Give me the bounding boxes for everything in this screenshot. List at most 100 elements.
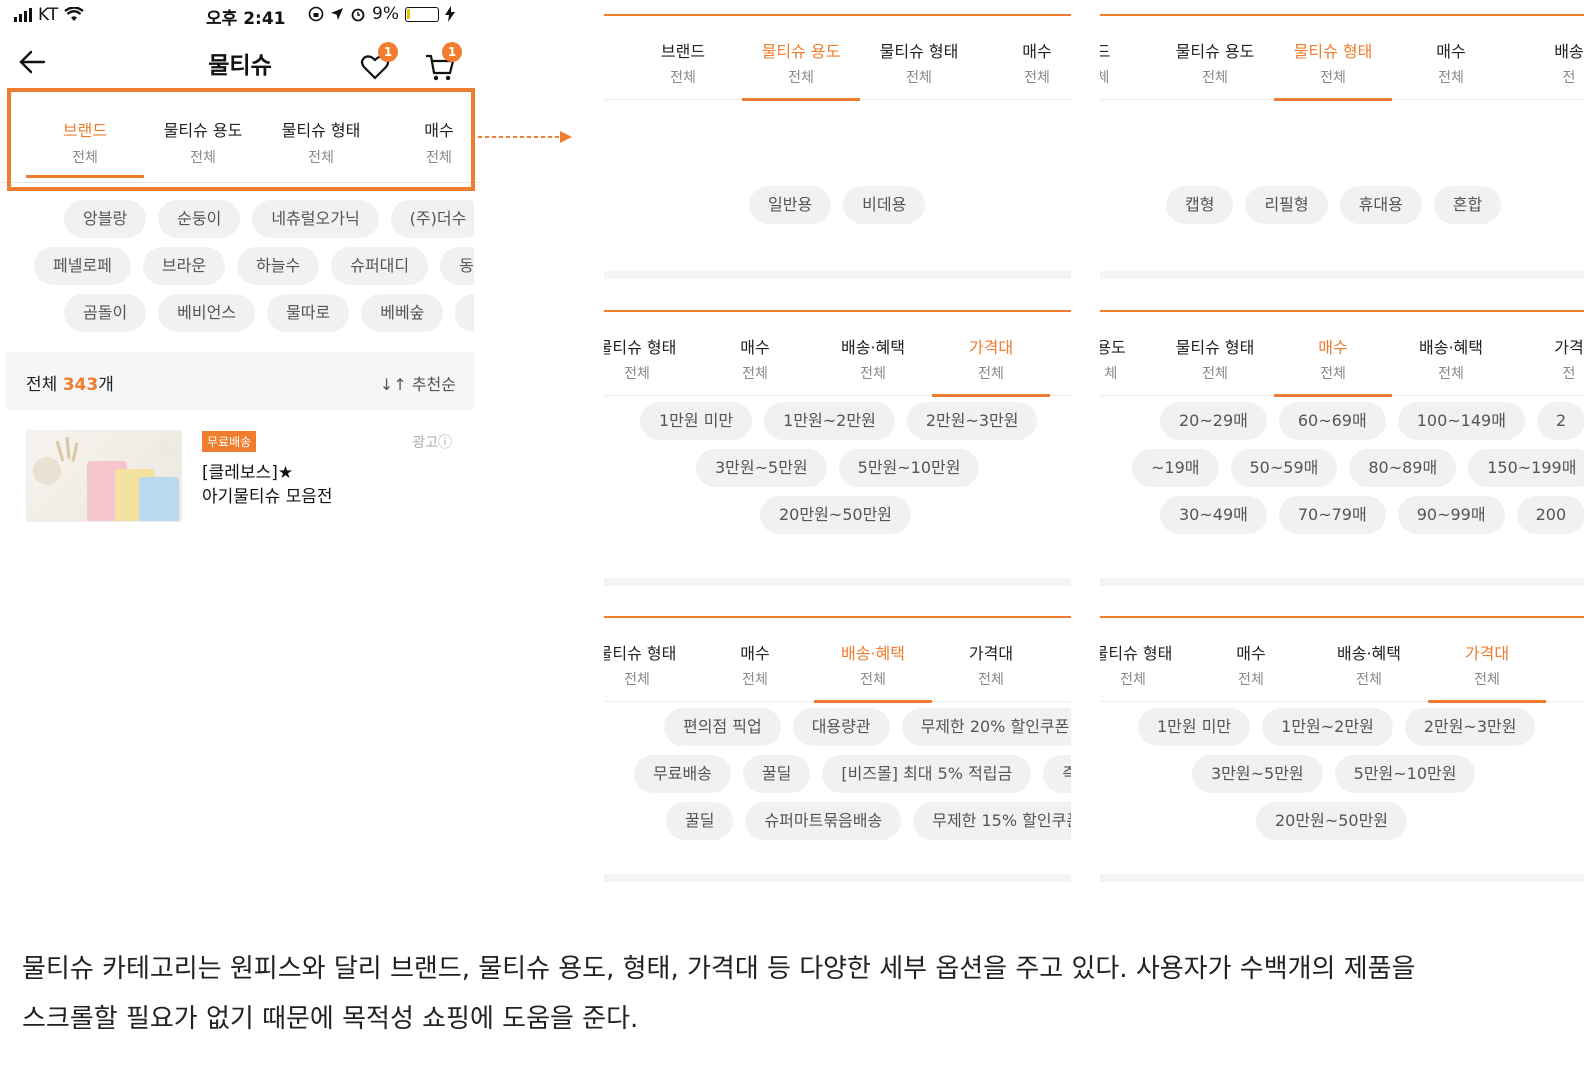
filter-chip[interactable]: 편의점 픽업	[664, 708, 781, 746]
filter-chip[interactable]: 무제한 15% 할인쿠폰	[913, 802, 1071, 840]
product-card[interactable]: 무료배송 광고ⓘ [클레보스]★ 아기물티슈 모음전	[26, 430, 466, 522]
filter-chip[interactable]: 200	[1516, 496, 1584, 534]
brand-chip[interactable]: 물따로	[267, 294, 350, 332]
filter-tab[interactable]: 배송·혜택 전체	[814, 334, 932, 383]
filter-tab[interactable]: 가격 전	[1510, 334, 1584, 383]
filter-tab-label: 물티슈 용도	[1175, 42, 1255, 61]
filter-tab[interactable]: 배송·혜택 전체	[1392, 334, 1510, 383]
brand-chip[interactable]: 베베숲	[361, 294, 444, 332]
filter-chip[interactable]: 무제한 20% 할인쿠폰	[901, 708, 1071, 746]
filter-chip[interactable]: 혼합	[1433, 186, 1502, 224]
filter-tab[interactable]: 매수 전체	[1274, 334, 1392, 397]
carrier-label: KT	[38, 5, 59, 25]
filter-tab[interactable]: 드체	[1100, 38, 1162, 87]
filter-tab[interactable]: 물티슈 형태 전체	[604, 334, 696, 383]
filter-chip[interactable]: 20만원~50만원	[760, 496, 912, 534]
filter-tab[interactable]: 매수 전체	[978, 38, 1071, 87]
filter-chip[interactable]: 5만원~10만원	[1334, 755, 1476, 793]
filter-chip[interactable]: 1만원 미만	[640, 402, 753, 440]
filter-chip[interactable]: 90~99매	[1397, 496, 1505, 534]
filter-tab[interactable]: 매수 전체	[1192, 640, 1310, 689]
filter-chip[interactable]: 슈퍼마트묶음배송	[745, 802, 902, 840]
filter-chip[interactable]: 무료배송	[634, 755, 731, 793]
filter-tab-label: 물티슈 형태	[1175, 338, 1255, 357]
filter-tab[interactable]: 매수 전체	[1392, 38, 1510, 87]
brand-chip[interactable]: 네츄럴오가닉	[252, 200, 379, 238]
cart-button[interactable]: 1	[424, 42, 462, 81]
filter-tab[interactable]: 물티슈 형태 전체	[1100, 640, 1192, 689]
filter-chip[interactable]: 1만원~2만원	[764, 402, 895, 440]
filter-chip[interactable]: 2만원~3만원	[906, 402, 1038, 440]
filter-tab[interactable]: 매수 전체	[696, 334, 814, 383]
filter-chip[interactable]: 3만원~5만원	[696, 449, 827, 487]
filter-chip[interactable]: 1만원~2만원	[1262, 708, 1393, 746]
battery-icon	[404, 6, 439, 22]
filter-tab[interactable]: 가격대 전체	[932, 334, 1050, 397]
filter-chip[interactable]: 캡형	[1166, 186, 1234, 224]
filter-tab[interactable]: 브랜드 전체	[624, 38, 742, 87]
filter-tab[interactable]: 가격대 전체	[932, 640, 1050, 689]
filter-chip[interactable]: 150~199매	[1468, 449, 1584, 487]
filter-chip[interactable]: 대용량관	[792, 708, 890, 746]
filter-chip[interactable]: 리필형	[1245, 186, 1328, 224]
filter-tab[interactable]: 물티슈 용도 전체	[742, 38, 860, 101]
filter-chip[interactable]: 70~79매	[1278, 496, 1386, 534]
filter-chip[interactable]: 3만원~5만원	[1192, 755, 1323, 793]
signal-icon	[14, 8, 32, 22]
filter-tab-label: 가격대	[1464, 644, 1510, 663]
filter-tab[interactable]: 배송 전	[1510, 38, 1584, 87]
filter-chip[interactable]: 2	[1536, 402, 1584, 440]
sort-button[interactable]: ↓↑ 추천순	[380, 371, 456, 395]
filter-tab-label: 물티슈 용도	[761, 42, 841, 61]
filter-chip[interactable]: 80~89매	[1349, 449, 1457, 487]
filter-tab[interactable]: 물티슈 형태전체	[1156, 334, 1274, 383]
filter-chip[interactable]: ~19매	[1132, 449, 1219, 487]
ad-label[interactable]: 광고ⓘ	[412, 432, 452, 452]
filter-chip[interactable]: [비즈몰] 최대 5% 적립금	[822, 755, 1032, 793]
filter-tab[interactable]: 물티슈 형태 전체	[604, 640, 696, 689]
wishlist-button[interactable]: 1	[360, 42, 398, 80]
brand-chip[interactable]: 브라운	[142, 247, 226, 285]
filter-tab[interactable]: 가격대 전체	[1428, 640, 1546, 703]
brand-chip[interactable]: 앙블랑	[64, 200, 147, 238]
filter-tab-label: 가격	[1554, 338, 1584, 357]
filter-tab[interactable]: 매수 전체	[696, 640, 814, 689]
brand-chip[interactable]: 하늘수	[237, 247, 320, 285]
filter-chip[interactable]: 50~59매	[1230, 449, 1338, 487]
filter-chip[interactable]: 30~49매	[1160, 496, 1267, 534]
filter-tab[interactable]: 물티슈 용도 전체	[1156, 38, 1274, 87]
filter-tab[interactable]: 물티슈 형태 전체	[1274, 38, 1392, 101]
filter-tab[interactable]: 배송·혜택 전체	[814, 640, 932, 703]
filter-tab-label: 배송·혜택	[841, 338, 905, 357]
filter-chip[interactable]: 2만원~3만원	[1404, 708, 1536, 746]
brand-chip[interactable]: 동	[440, 247, 474, 285]
filter-tab[interactable]: 배송·혜택 전체	[1310, 640, 1428, 689]
filter-chip[interactable]: 비데용	[843, 186, 926, 224]
filter-chip[interactable]: 1만원 미만	[1138, 708, 1251, 746]
brand-chip[interactable]: 곰돌이	[64, 294, 147, 332]
filter-chip[interactable]: 일반용	[749, 186, 832, 224]
brand-chip[interactable]: 베비언스	[158, 294, 256, 332]
filter-tab-value: 전체	[1202, 366, 1228, 382]
chip-row: 편의점 픽업 대용량관 무제한 20% 할인쿠폰	[664, 708, 1071, 746]
brand-chip[interactable]	[455, 294, 474, 332]
brand-chip[interactable]: 순둥이	[158, 200, 241, 238]
brand-chip[interactable]: 페넬로페	[34, 247, 131, 285]
battery-percent: 9%	[372, 4, 399, 24]
filter-chip[interactable]: 즉	[1043, 755, 1071, 793]
result-count-label: 전체	[26, 375, 58, 395]
filter-chip[interactable]: 휴대용	[1339, 186, 1422, 224]
filter-chip[interactable]: 20~29매	[1160, 402, 1267, 440]
filter-chip[interactable]: 꿀딜	[742, 755, 811, 793]
filter-tab-label: 매수	[1022, 42, 1052, 61]
filter-chip[interactable]: 20만원~50만원	[1256, 802, 1408, 840]
filter-tab-value: 전체	[906, 70, 932, 86]
filter-tab-label: 물티슈 형태	[604, 644, 677, 663]
filter-chip[interactable]: 꿀딜	[666, 802, 734, 840]
brand-chip[interactable]: 슈퍼대디	[331, 247, 429, 285]
filter-tab[interactable]: 물티슈 형태 전체	[860, 38, 978, 87]
filter-chip[interactable]: 60~69매	[1278, 402, 1386, 440]
filter-chip[interactable]: 5만원~10만원	[838, 449, 980, 487]
brand-chip[interactable]: (주)더수	[390, 200, 474, 238]
filter-chip[interactable]: 100~149매	[1397, 402, 1525, 440]
